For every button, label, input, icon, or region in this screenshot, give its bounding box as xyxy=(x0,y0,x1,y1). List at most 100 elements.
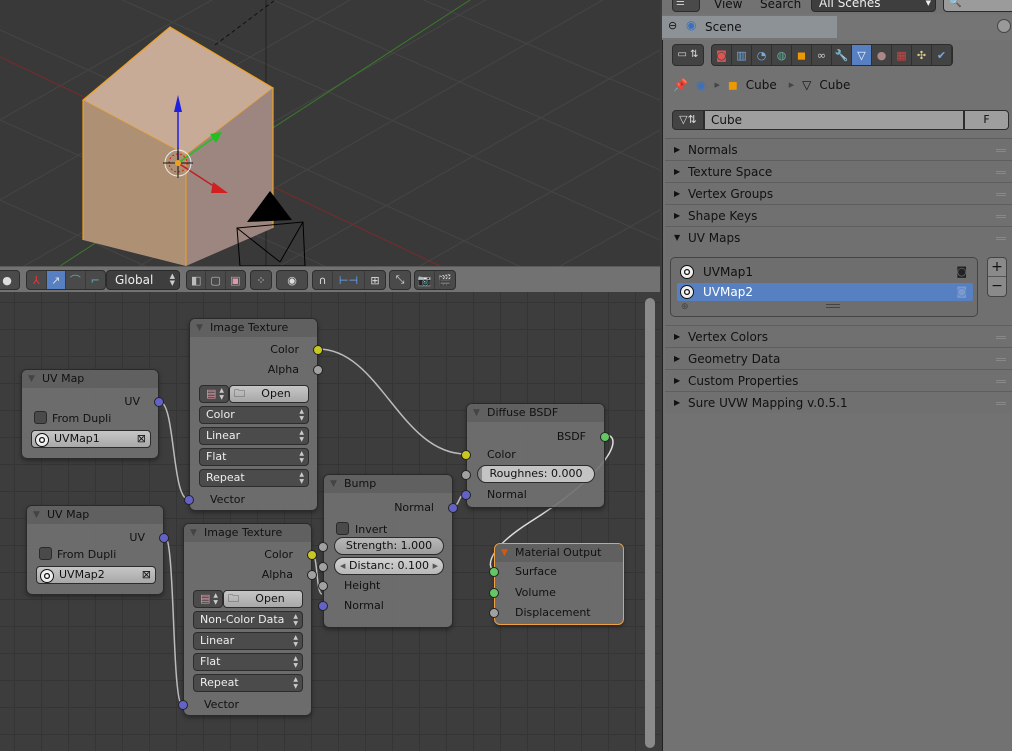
clear-icon[interactable]: ⊠ xyxy=(137,431,146,447)
outliner-row-scene[interactable]: ⊖ ◉ Scene xyxy=(662,16,837,38)
scene-filter-select[interactable]: All Scenes ▼ xyxy=(811,0,936,12)
shading-mode-selector[interactable]: ● xyxy=(0,270,20,290)
collapse-triangle-icon[interactable]: ▼ xyxy=(330,475,337,493)
strength-input-socket[interactable] xyxy=(318,542,328,552)
invert-checkbox[interactable] xyxy=(336,522,349,535)
uv-map-item[interactable]: UVMap1 ◙ xyxy=(677,263,973,281)
collapse-triangle-icon[interactable]: ▼ xyxy=(190,524,197,542)
uv-map-node-2[interactable]: ▼ UV Map UV From Dupli UVMap2 ⊠ xyxy=(26,505,169,595)
image-browse-button[interactable]: ▤ ▲ ▼ xyxy=(193,590,223,608)
filter-options-icon[interactable]: ⊕ xyxy=(681,302,689,312)
node-header[interactable]: ▼ Material Output xyxy=(495,544,623,562)
roughness-field[interactable]: Roughnes: 0.000 xyxy=(477,465,595,483)
drag-handle-icon[interactable] xyxy=(996,171,1006,174)
diffuse-bsdf-node[interactable]: ▼ Diffuse BSDF BSDF Color Roughnes: 0.000… xyxy=(461,403,610,508)
object-icon[interactable]: ◼ xyxy=(792,45,812,65)
interpolation-select[interactable]: Linear ▲ ▼ xyxy=(199,427,309,445)
proportional-edit-selector[interactable]: ◉ xyxy=(276,270,308,290)
collapse-triangle-icon[interactable]: ▼ xyxy=(196,319,203,337)
search-input[interactable]: 🔍 xyxy=(943,0,1012,12)
node-editor-scrollbar[interactable] xyxy=(645,298,655,748)
drag-handle-icon[interactable] xyxy=(996,402,1006,405)
manipulator-toggle-icon[interactable]: ⅄ xyxy=(27,271,47,289)
node-header[interactable]: ▼ Bump xyxy=(324,475,452,493)
color-output-socket[interactable] xyxy=(313,345,323,355)
pin-icon[interactable]: 📌 xyxy=(673,78,688,92)
panel-uv-maps[interactable]: ▼ UV Maps xyxy=(665,226,1012,248)
panel-vertex-groups[interactable]: ▶ Vertex Groups xyxy=(665,182,1012,204)
node-editor[interactable]: ▼ UV Map UV From Dupli UVMap1 ⊠ ▼ UV Map U… xyxy=(0,292,660,751)
editor-type-selector[interactable]: ▭ ⇅ xyxy=(672,44,704,66)
color-space-select[interactable]: Color ▲ ▼ xyxy=(199,406,309,424)
bsdf-output-socket[interactable] xyxy=(600,432,610,442)
extension-select[interactable]: Repeat ▲ ▼ xyxy=(199,469,309,487)
edge-select-icon[interactable]: ▢ xyxy=(206,271,226,289)
image-browse-button[interactable]: ▤ ▲ ▼ xyxy=(199,385,229,403)
translate-manipulator-icon[interactable]: ↗ xyxy=(46,271,66,289)
uv-map-node-1[interactable]: ▼ UV Map UV From Dupli UVMap1 ⊠ xyxy=(21,369,164,459)
material-icon[interactable]: ● xyxy=(872,45,892,65)
scale-manipulator-icon[interactable]: ⌐ xyxy=(86,271,105,289)
face-select-icon[interactable]: ▣ xyxy=(226,271,245,289)
3d-viewport[interactable] xyxy=(0,0,660,266)
list-resize-handle-icon[interactable] xyxy=(826,304,840,308)
open-image-button[interactable]: 🗀 Open xyxy=(229,385,309,403)
collapse-triangle-icon[interactable]: ▼ xyxy=(501,544,508,562)
render-animation-icon[interactable]: 🎬 xyxy=(435,271,455,289)
distance-field[interactable]: ◀ Distanc: 0.100 ▶ xyxy=(334,557,444,575)
transform-orientation-select[interactable]: Global ▲ ▼ xyxy=(106,270,180,290)
snap-element-icon[interactable]: ⊢⊣ xyxy=(333,271,365,289)
render-camera-icon[interactable]: ◙ xyxy=(956,283,967,301)
mesh-data-icon[interactable]: ▽ xyxy=(852,45,872,65)
drag-handle-icon[interactable] xyxy=(996,215,1006,218)
panel-shape-keys[interactable]: ▶ Shape Keys xyxy=(665,204,1012,226)
scene-icon[interactable]: ◔ xyxy=(752,45,772,65)
vertex-select-icon[interactable]: ◧ xyxy=(187,271,207,289)
collapse-triangle-icon[interactable]: ▼ xyxy=(33,506,40,524)
node-header[interactable]: ▼ Image Texture xyxy=(184,524,311,542)
panel-custom-properties[interactable]: ▶ Custom Properties xyxy=(665,369,1012,391)
uv-map-field[interactable]: UVMap2 ⊠ xyxy=(36,566,156,584)
snap-magnet-icon[interactable]: ∩ xyxy=(313,271,333,289)
uv-map-item[interactable]: UVMap2 ◙ xyxy=(677,283,973,301)
visibility-toggle[interactable] xyxy=(997,19,1011,33)
decrement-arrow-icon[interactable]: ◀ xyxy=(340,558,345,574)
texture-icon[interactable]: ▦ xyxy=(892,45,912,65)
node-header[interactable]: ▼ Diffuse BSDF xyxy=(467,404,604,422)
roughness-input-socket[interactable] xyxy=(461,470,471,480)
panel-normals[interactable]: ▶ Normals xyxy=(665,138,1012,160)
node-header[interactable]: ▼ UV Map xyxy=(22,370,158,388)
interpolation-select[interactable]: Linear ▲ ▼ xyxy=(193,632,303,650)
node-header[interactable]: ▼ Image Texture xyxy=(190,319,317,337)
node-header[interactable]: ▼ UV Map xyxy=(27,506,163,524)
menu-search[interactable]: Search xyxy=(760,0,801,11)
panel-sure-uvw-mapping[interactable]: ▶ Sure UVW Mapping v.0.5.1 xyxy=(665,391,1012,413)
world-icon[interactable]: ◍ xyxy=(772,45,792,65)
projection-select[interactable]: Flat ▲ ▼ xyxy=(199,448,309,466)
image-texture-node-1[interactable]: ▼ Image Texture Color Alpha ▤ ▲ ▼ 🗀 Open Col… xyxy=(184,318,323,511)
drag-handle-icon[interactable] xyxy=(996,336,1006,339)
panel-geometry-data[interactable]: ▶ Geometry Data xyxy=(665,347,1012,369)
from-dupli-checkbox[interactable] xyxy=(39,547,52,560)
onion-skin-button[interactable]: ⤡ xyxy=(389,270,411,290)
drag-handle-icon[interactable] xyxy=(996,193,1006,196)
menu-view[interactable]: View xyxy=(714,0,742,11)
clear-icon[interactable]: ⊠ xyxy=(142,567,151,583)
drag-handle-icon[interactable] xyxy=(996,358,1006,361)
open-image-button[interactable]: 🗀 Open xyxy=(223,590,303,608)
color-space-select[interactable]: Non-Color Data ▲ ▼ xyxy=(193,611,303,629)
render-camera-icon[interactable]: ◙ xyxy=(956,263,967,281)
fake-user-button[interactable]: F xyxy=(964,110,1009,130)
snap-target-icon[interactable]: ⊞ xyxy=(365,271,385,289)
particles-icon[interactable]: ✣ xyxy=(912,45,932,65)
panel-texture-space[interactable]: ▶ Texture Space xyxy=(665,160,1012,182)
constraints-icon[interactable]: ∞ xyxy=(812,45,832,65)
remove-uv-map-button[interactable]: − xyxy=(988,277,1006,296)
drag-handle-icon[interactable] xyxy=(996,237,1006,240)
extension-select[interactable]: Repeat ▲ ▼ xyxy=(193,674,303,692)
increment-arrow-icon[interactable]: ▶ xyxy=(433,558,438,574)
collapse-icon[interactable]: ⊖ xyxy=(668,19,677,32)
add-uv-map-button[interactable]: + xyxy=(988,258,1006,277)
pivot-selector[interactable]: ⁘ xyxy=(250,270,272,290)
material-output-node[interactable]: ▼ Material Output Surface Volume Displace… xyxy=(489,543,624,625)
